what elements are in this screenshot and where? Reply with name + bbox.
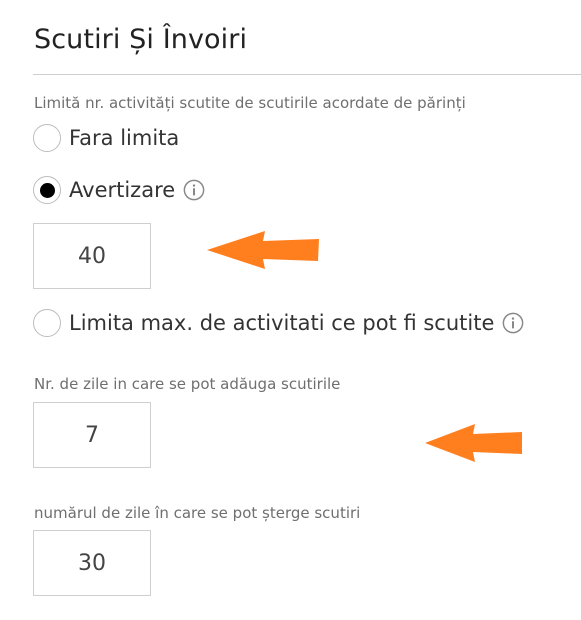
title-divider [33,74,581,75]
delete-days-input[interactable] [33,530,151,596]
radio-button[interactable] [33,124,61,152]
radio-selected-dot [39,182,55,198]
radio-button[interactable] [33,309,61,337]
add-days-input[interactable] [33,402,151,468]
radio-option-max-limit[interactable]: Limita max. de activitati ce pot fi scut… [33,307,524,339]
add-days-label: Nr. de zile in care se pot adăuga scutir… [34,375,341,393]
left-arrow-icon [425,424,522,462]
radio-label-warning: Avertizare [69,178,176,202]
radio-option-warning[interactable]: Avertizare [33,174,205,206]
page-title: Scutiri Și Învoiri [34,24,248,55]
radio-label-no-limit: Fara limita [69,126,180,150]
delete-days-label: numărul de zile în care se pot șterge sc… [34,504,361,522]
radio-button-selected[interactable] [33,176,61,204]
info-circle-icon[interactable] [502,312,524,334]
limit-label: Limită nr. activități scutite de scutiri… [34,94,466,112]
left-arrow-icon [207,231,319,269]
radio-option-no-limit[interactable]: Fara limita [33,122,179,154]
radio-label-max-limit: Limita max. de activitati ce pot fi scut… [69,311,495,335]
info-circle-icon[interactable] [183,179,205,201]
warning-limit-input[interactable] [33,223,151,289]
